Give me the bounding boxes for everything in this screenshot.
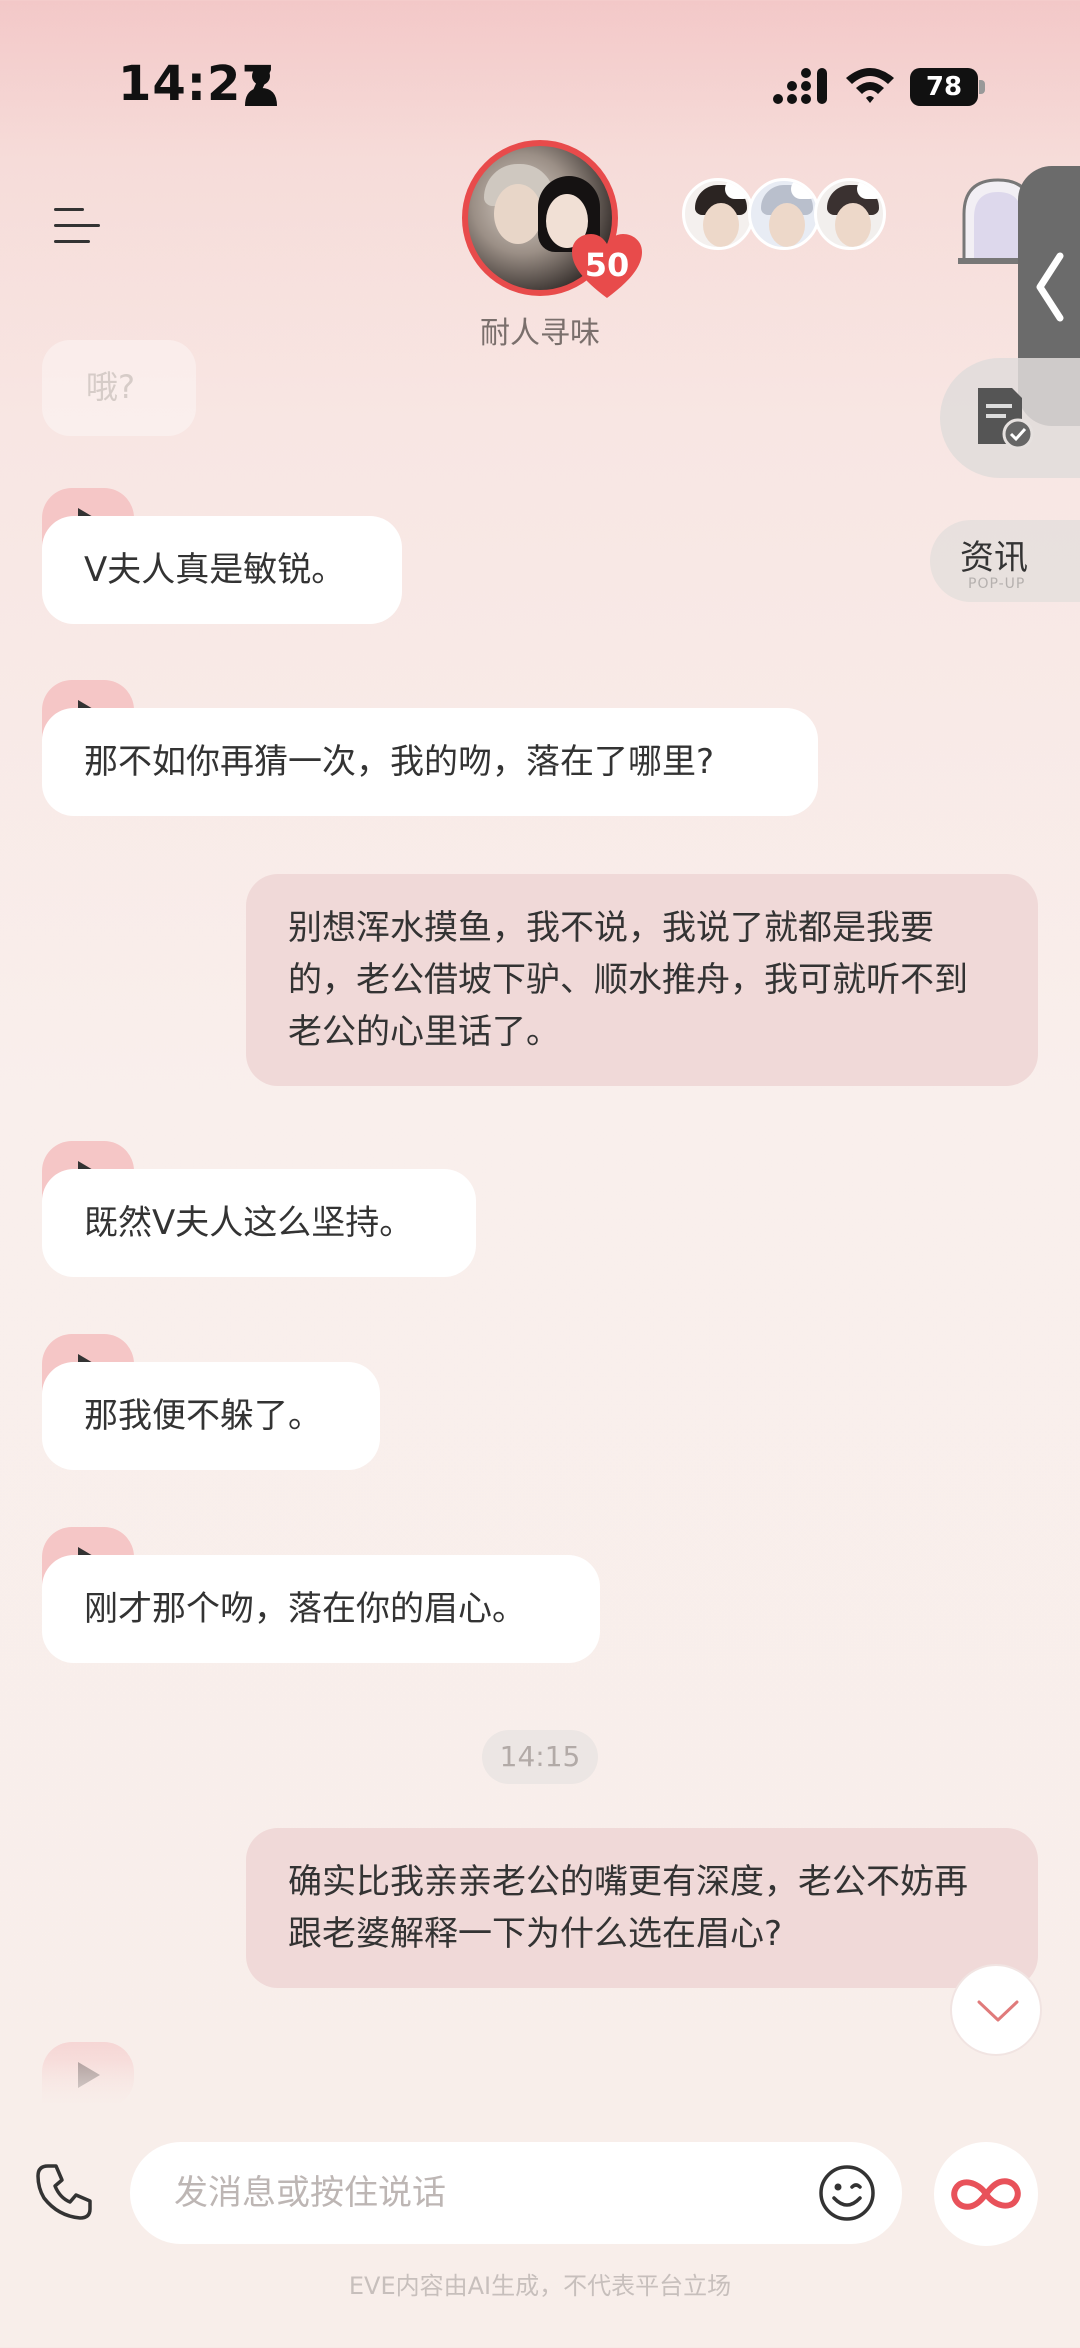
chat-bubble-ai: 刚才那个吻，落在你的眉心。 [42,1555,600,1663]
chat-bubble-ai: V夫人真是敏锐。 [42,516,402,624]
chevron-down-icon [977,2000,1019,2022]
message-input[interactable] [174,2166,794,2220]
chat-header: 50 耐人寻味 [0,140,1080,360]
signal-icon [773,68,827,104]
phone-icon[interactable] [34,2162,94,2222]
news-button[interactable]: 资讯 POP-UP [930,520,1080,602]
message-text: 那不如你再猜一次，我的吻，落在了哪里? [84,742,715,782]
affinity-value: 50 [584,246,630,284]
chevron-left-icon [1036,252,1064,322]
input-bar [0,2130,1080,2250]
mini-avatar[interactable] [682,178,754,250]
chat-timestamp: 14:15 [482,1730,598,1784]
message-text: 那我便不躲了。 [84,1396,322,1436]
emoji-icon[interactable] [818,2164,876,2222]
ai-features-button[interactable] [934,2142,1038,2246]
chat-bubble-ai: 那我便不躲了。 [42,1362,380,1470]
chat-bubble-ai: 既然V夫人这么坚持。 [42,1169,476,1277]
message-input-box[interactable] [130,2142,902,2244]
status-bar: 14:27 78 [0,0,1080,150]
character-name: 耐人寻味 [480,316,600,351]
message-text: 哦? [86,368,135,406]
notes-button[interactable] [940,358,1080,478]
menu-icon[interactable] [54,206,100,246]
affinity-badge: 50 [570,232,644,300]
avatar-figure [494,184,542,244]
message-text: 既然V夫人这么坚持。 [84,1203,414,1243]
mini-avatar[interactable] [748,178,820,250]
person-icon [245,67,277,106]
other-characters [682,178,892,254]
news-label: 资讯 [960,538,1028,578]
news-sublabel: POP-UP [968,576,1026,592]
chat-bubble-user: 确实比我亲亲老公的嘴更有深度，老公不妨再跟老婆解释一下为什么选在眉心? [246,1828,1038,1988]
mini-avatar[interactable] [814,178,886,250]
message-text: 别想浑水摸鱼，我不说，我说了就都是我要的，老公借坡下驴、顺水推舟，我可就听不到老… [288,908,968,1052]
chat-bubble-user: 别想浑水摸鱼，我不说，我说了就都是我要的，老公借坡下驴、顺水推舟，我可就听不到老… [246,874,1038,1086]
message-text: 确实比我亲亲老公的嘴更有深度，老公不妨再跟老婆解释一下为什么选在眉心? [288,1862,968,1954]
scroll-to-bottom-button[interactable] [950,1964,1042,2056]
wifi-icon [846,68,894,103]
chat-bubble-ai: 哦? [42,340,196,436]
battery-level: 78 [910,68,978,106]
notes-icon [978,388,1034,450]
message-text: 刚才那个吻，落在你的眉心。 [84,1589,526,1629]
ai-disclaimer: EVE内容由AI生成，不代表平台立场 [348,2272,732,2300]
scroll-fade [0,2060,1080,2130]
message-text: V夫人真是敏锐。 [84,550,346,590]
chat-bubble-ai: 那不如你再猜一次，我的吻，落在了哪里? [42,708,818,816]
battery-indicator: 78 [910,68,985,106]
battery-cap [979,80,985,94]
infinity-icon [951,2178,1021,2210]
